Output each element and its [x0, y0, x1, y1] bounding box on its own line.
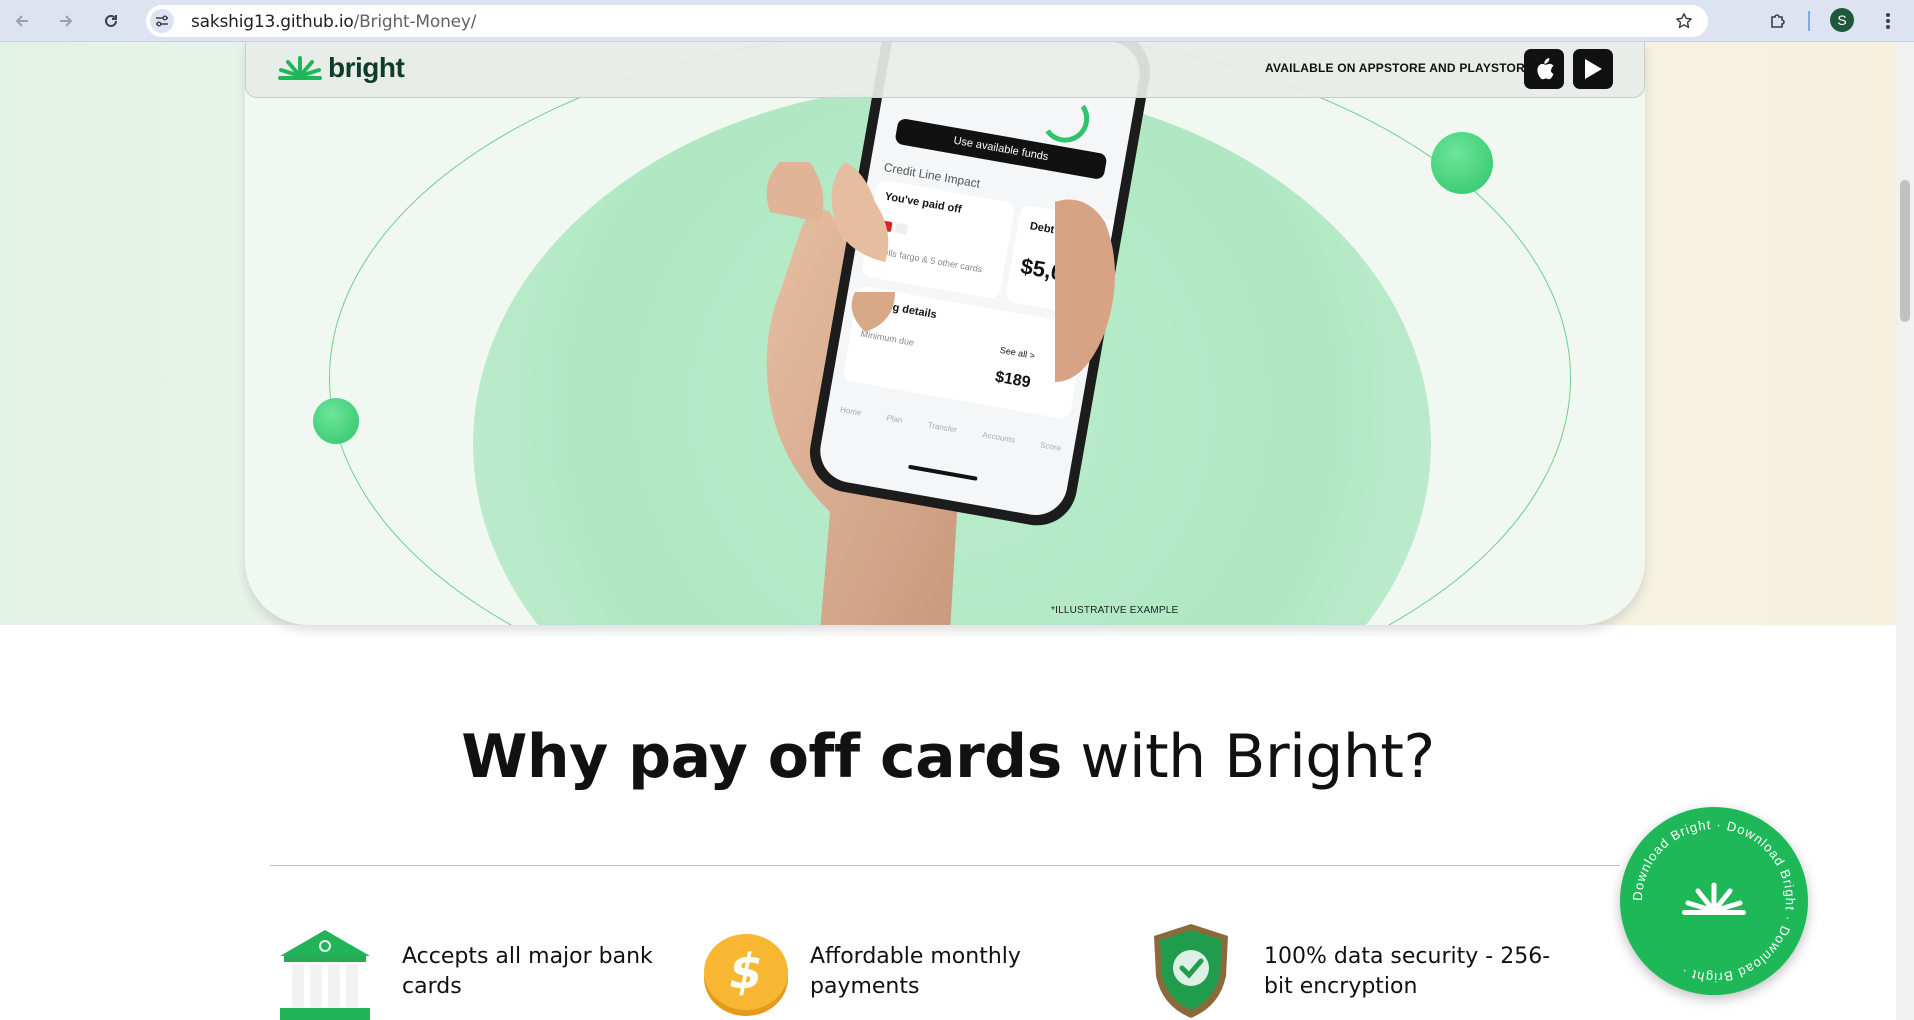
- min-due-value: $189: [993, 368, 1032, 392]
- why-heading: Why pay off cards with Bright?: [0, 722, 1896, 792]
- section-divider: [270, 865, 1620, 866]
- toolbar-divider: [1808, 11, 1810, 31]
- page-viewport: Use available funds Credit Line Impact Y…: [0, 42, 1896, 1020]
- extensions-button[interactable]: [1764, 7, 1792, 35]
- download-ring: Download Bright · Download Bright · Down…: [1630, 817, 1797, 985]
- bright-sunburst-icon: [1685, 882, 1743, 914]
- puzzle-icon: [1771, 14, 1785, 28]
- feature-text: Affordable monthly payments: [810, 944, 1021, 999]
- forward-arrow-icon: [60, 15, 73, 27]
- hero-card: Use available funds Credit Line Impact Y…: [245, 42, 1645, 625]
- page-scrollbar[interactable]: [1896, 42, 1914, 1020]
- url-path: /Bright-Money/: [353, 12, 477, 32]
- site-header: bright AVAILABLE ON APPSTORE AND PLAYSTO…: [245, 42, 1645, 98]
- play-icon: [1585, 59, 1602, 79]
- browser-toolbar: sakshig13.github.io/Bright-Money/ S: [0, 0, 1914, 42]
- back-button[interactable]: [8, 7, 36, 35]
- brand-logo[interactable]: bright: [278, 52, 405, 84]
- see-all-link: See all >: [999, 344, 1036, 361]
- url-host: sakshig13.github.io: [191, 12, 354, 32]
- illustrative-note: *ILLUSTRATIVE EXAMPLE: [1051, 605, 1179, 616]
- playstore-button[interactable]: [1573, 49, 1613, 89]
- brand-name: bright: [328, 52, 405, 83]
- url-text[interactable]: sakshig13.github.io/Bright-Money/: [191, 12, 477, 32]
- appstore-button[interactable]: [1524, 49, 1564, 89]
- feature-item: Accepts all major bank cards: [270, 930, 662, 1020]
- why-heading-rest: with Bright?: [1061, 722, 1435, 792]
- feature-text: 100% data security - 256-bit encryption: [1264, 944, 1551, 999]
- why-heading-bold: Why pay off cards: [461, 722, 1062, 792]
- orbit-dot-left: [313, 398, 359, 444]
- download-bright-badge[interactable]: Download Bright · Download Bright · Down…: [1620, 807, 1808, 995]
- reload-button[interactable]: [97, 7, 125, 35]
- browser-menu-button[interactable]: [1874, 7, 1902, 35]
- phone-tab: Plan: [885, 413, 904, 425]
- phone-tab: Transfer: [927, 420, 958, 435]
- shield-check-icon: [1154, 924, 1228, 1018]
- bank-icon: [280, 930, 370, 1020]
- tune-icon: [156, 15, 168, 27]
- feature-item: 100% data security - 256-bit encryption: [1148, 924, 1564, 1020]
- address-bar[interactable]: sakshig13.github.io/Bright-Money/: [146, 5, 1708, 37]
- bright-sunburst-icon: [278, 56, 322, 80]
- thumb-image: [831, 162, 895, 332]
- feature-text: Accepts all major bank cards: [402, 944, 653, 999]
- profile-avatar[interactable]: S: [1830, 8, 1854, 32]
- orbit-dot-right: [1431, 132, 1493, 194]
- apple-icon: [1537, 58, 1554, 80]
- finger-image: [1055, 199, 1115, 382]
- progress-ring: [1037, 90, 1093, 147]
- feature-item: $ Affordable monthly payments: [698, 934, 1040, 1020]
- scrollbar-thumb[interactable]: [1900, 180, 1910, 322]
- forward-button[interactable]: [52, 7, 80, 35]
- site-info-button[interactable]: [150, 9, 174, 33]
- phone-tab: Score: [1039, 440, 1062, 453]
- back-arrow-icon: [15, 15, 28, 27]
- svg-text:$: $: [729, 944, 762, 1000]
- dollar-coin-icon: $: [704, 934, 788, 1016]
- reload-icon: [105, 14, 117, 27]
- bookmark-star-icon[interactable]: [1672, 9, 1696, 33]
- available-text: AVAILABLE ON APPSTORE AND PLAYSTORE: [1265, 61, 1534, 75]
- phone-tab: Accounts: [981, 430, 1016, 445]
- more-vert-icon: [1886, 13, 1890, 29]
- phone-tab: Home: [839, 405, 862, 418]
